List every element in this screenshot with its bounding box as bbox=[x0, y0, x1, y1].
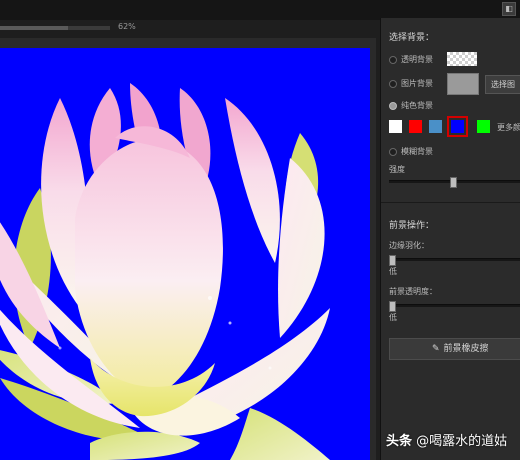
image-bg-radio[interactable] bbox=[389, 80, 397, 88]
window-button-icon[interactable]: ◧ bbox=[502, 2, 516, 16]
choose-image-button[interactable]: 选择图 bbox=[485, 75, 520, 94]
image-canvas[interactable] bbox=[0, 48, 370, 460]
blur-strength-thumb[interactable] bbox=[450, 177, 458, 188]
zoom-label: 62% bbox=[118, 22, 136, 31]
image-bg-label: 图片背景 bbox=[401, 79, 433, 88]
edge-feather-label: 边缘羽化： bbox=[389, 241, 429, 250]
blur-strength-slider[interactable] bbox=[389, 177, 520, 188]
transparent-bg-radio[interactable] bbox=[389, 56, 397, 64]
solid-bg-radio[interactable] bbox=[389, 102, 397, 110]
fg-opacity-slider[interactable] bbox=[389, 301, 520, 312]
blur-strength-label: 强度 bbox=[389, 165, 405, 174]
background-section-title: 选择背景： bbox=[389, 33, 435, 43]
background-settings-panel: 选择背景： 透明背景 图片背景 选择图 纯色背景 更多颜 模糊背景 强度 前景操… bbox=[380, 18, 520, 460]
fg-opacity-thumb[interactable] bbox=[389, 301, 396, 312]
eraser-icon: ✎ bbox=[432, 344, 440, 354]
top-bar bbox=[0, 0, 520, 20]
section-divider bbox=[381, 202, 520, 203]
edge-feather-thumb[interactable] bbox=[389, 255, 396, 266]
fg-opacity-label: 前景透明度： bbox=[389, 287, 437, 296]
fg-opacity-low-label: 低 bbox=[389, 313, 397, 322]
edge-feather-low-label: 低 bbox=[389, 267, 397, 276]
color-swatch-red[interactable] bbox=[409, 120, 422, 133]
watermark-brand: 头条 bbox=[386, 434, 413, 449]
blur-bg-label: 模糊背景 bbox=[401, 147, 433, 156]
transparent-preview bbox=[447, 52, 477, 66]
color-swatch-lightblue[interactable] bbox=[429, 120, 442, 133]
more-colors-link[interactable]: 更多颜 bbox=[497, 122, 520, 133]
image-bg-preview bbox=[447, 73, 479, 95]
edge-feather-slider[interactable] bbox=[389, 255, 520, 266]
foreground-section-title: 前景操作： bbox=[389, 221, 435, 231]
solid-bg-label: 纯色背景 bbox=[401, 101, 433, 110]
color-swatch-blue[interactable] bbox=[447, 116, 468, 137]
transparent-bg-label: 透明背景 bbox=[401, 55, 433, 64]
foreground-eraser-label: 前景橡皮擦 bbox=[443, 344, 489, 354]
color-swatch-white[interactable] bbox=[389, 120, 402, 133]
watermark-handle: @喝露水的道姑 bbox=[416, 434, 508, 449]
foreground-eraser-button[interactable]: ✎ 前景橡皮擦 bbox=[389, 338, 520, 360]
zoom-progress-bar bbox=[0, 26, 110, 30]
zoom-progress-fill bbox=[0, 26, 69, 30]
color-swatch-green[interactable] bbox=[477, 120, 490, 133]
blur-bg-radio[interactable] bbox=[389, 148, 397, 156]
lotus-flower-image bbox=[0, 83, 330, 460]
watermark: 头条 @喝露水的道姑 bbox=[386, 430, 507, 449]
